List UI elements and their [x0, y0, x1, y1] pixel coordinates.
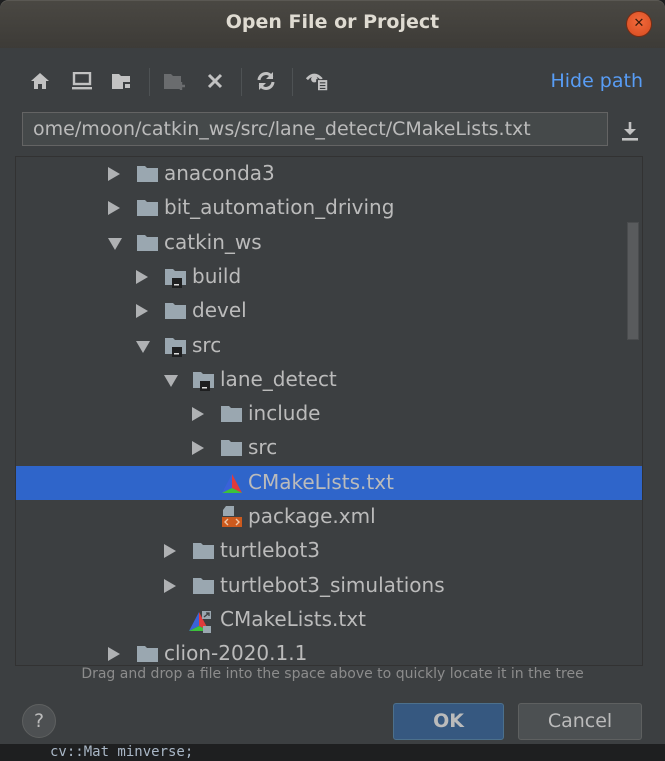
show-hidden-icon: [306, 73, 329, 91]
xml-icon: [220, 505, 244, 527]
tree-item-lane-detect[interactable]: lane_detect: [16, 363, 642, 397]
desktop-button[interactable]: [70, 70, 94, 92]
tree-item-package-xml[interactable]: package.xml: [16, 500, 642, 534]
ok-button[interactable]: OK: [393, 703, 504, 740]
tree-item-label: clion-2020.1.1: [164, 641, 308, 666]
expand-arrow-down-icon[interactable]: [108, 237, 122, 250]
refresh-button[interactable]: [254, 70, 278, 92]
folder-icon: [164, 301, 188, 321]
tree-item-devel[interactable]: devel: [16, 294, 642, 328]
folder-icon: [220, 438, 244, 458]
download-icon: [622, 122, 638, 141]
toolbar-separator: [149, 68, 150, 96]
folder-icon: [192, 576, 216, 596]
folder-icon: [220, 404, 244, 424]
file-tree[interactable]: anaconda3 bit_automation_driving catkin_ws…: [15, 156, 643, 666]
dialog-title: Open File or Project: [225, 11, 440, 33]
folder-icon: [136, 233, 160, 253]
tree-item-anaconda3[interactable]: anaconda3: [16, 157, 642, 191]
path-input[interactable]: ome/moon/catkin_ws/src/lane_detect/CMake…: [22, 112, 608, 146]
close-button[interactable]: ✕: [627, 12, 651, 36]
expand-arrow-right-icon[interactable]: [136, 269, 148, 284]
tree-item-src[interactable]: src: [16, 431, 642, 465]
tree-item-label: anaconda3: [164, 161, 275, 185]
tree-item-label: lane_detect: [220, 366, 337, 391]
show-hidden-files-button[interactable]: [306, 70, 330, 92]
title-bar[interactable]: Open File or Project ✕: [0, 0, 665, 48]
home-icon: [31, 73, 49, 89]
close-icon: ✕: [633, 16, 645, 31]
expand-arrow-right-icon[interactable]: [108, 167, 120, 181]
delete-x-icon: [207, 73, 223, 89]
module-folder-icon: [164, 267, 188, 288]
toolbar: Hide path: [0, 48, 665, 110]
tree-item-label: include: [248, 401, 321, 426]
cmake-icon: [220, 473, 244, 493]
folder-icon: [136, 164, 160, 184]
tree-item-clion-2020-1-1[interactable]: clion-2020.1.1: [16, 637, 642, 666]
tree-scrollbar-thumb[interactable]: [627, 222, 639, 340]
expand-arrow-right-icon[interactable]: [164, 544, 176, 559]
background-editor-code: cv::Mat minverse;: [50, 744, 194, 760]
tree-item-label: CMakeLists.txt: [220, 606, 366, 631]
tree-item-label: src: [192, 332, 222, 357]
toolbar-separator: [241, 68, 242, 96]
tree-item-include[interactable]: include: [16, 397, 642, 431]
project-directory-button[interactable]: [110, 70, 134, 92]
tree-item-turtlebot3-simulations[interactable]: turtlebot3_simulations: [16, 569, 642, 603]
delete-button[interactable]: [203, 70, 227, 92]
new-folder-icon: [164, 74, 185, 90]
expand-arrow-down-icon[interactable]: [136, 340, 150, 353]
tree-item-label: build: [192, 263, 242, 288]
cmake-link-icon: [188, 610, 212, 633]
tree-item-label: turtlebot3_simulations: [220, 572, 445, 597]
tree-item-cmakelists-txt[interactable]: CMakeLists.txt: [16, 465, 642, 500]
tree-item-label: turtlebot3: [220, 538, 320, 563]
tree-item-turtlebot3[interactable]: turtlebot3: [16, 534, 642, 568]
download-button[interactable]: [618, 119, 642, 143]
expand-arrow-right-icon[interactable]: [164, 578, 176, 593]
tree-item-label: src: [248, 435, 278, 460]
expand-arrow-right-icon[interactable]: [192, 441, 204, 456]
project-folder-icon: [112, 74, 132, 90]
new-folder-button[interactable]: [163, 70, 187, 92]
tree-item-catkin-ws[interactable]: catkin_ws: [16, 226, 642, 260]
expand-arrow-down-icon[interactable]: [164, 374, 178, 387]
tree-item-cmakelists-txt[interactable]: CMakeLists.txt: [16, 603, 642, 637]
tree-item-label: bit_automation_driving: [164, 195, 395, 220]
open-file-dialog: Open File or Project ✕ Hide path ome/moo…: [0, 0, 665, 744]
module-folder-icon: [164, 336, 188, 357]
tree-item-build[interactable]: build: [16, 260, 642, 294]
path-row: ome/moon/catkin_ws/src/lane_detect/CMake…: [0, 110, 665, 150]
expand-arrow-right-icon[interactable]: [192, 407, 204, 422]
tree-item-label: package.xml: [248, 504, 376, 528]
cancel-button[interactable]: Cancel: [518, 703, 642, 740]
expand-arrow-right-icon[interactable]: [136, 304, 148, 319]
module-folder-icon: [192, 370, 216, 391]
expand-arrow-right-icon[interactable]: [108, 647, 120, 662]
folder-icon: [136, 644, 160, 664]
tree-item-label: devel: [192, 298, 247, 323]
folder-icon: [192, 541, 216, 561]
refresh-icon: [257, 72, 275, 90]
folder-icon: [136, 198, 160, 218]
tree-item-bit-automation-driving[interactable]: bit_automation_driving: [16, 191, 642, 225]
home-button[interactable]: [28, 70, 52, 92]
drag-drop-hint: Drag and drop a file into the space abov…: [81, 666, 584, 682]
toolbar-separator: [292, 68, 293, 96]
desktop-icon: [72, 72, 92, 90]
expand-arrow-right-icon[interactable]: [108, 201, 120, 216]
tree-item-label: catkin_ws: [164, 229, 262, 254]
tree-item-label: CMakeLists.txt: [248, 469, 394, 494]
hide-path-link[interactable]: Hide path: [550, 70, 643, 92]
help-button[interactable]: ?: [22, 704, 56, 738]
tree-item-src[interactable]: src: [16, 329, 642, 363]
